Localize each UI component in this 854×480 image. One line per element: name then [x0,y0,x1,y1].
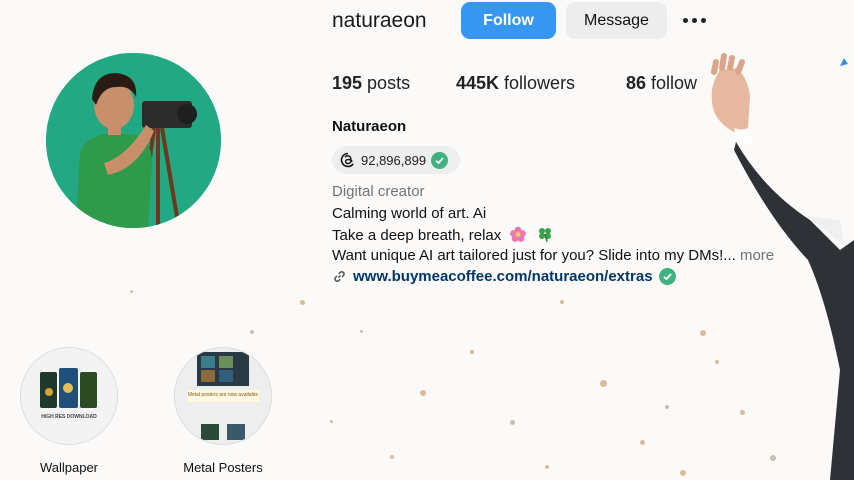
profile-link-text: www.buymeacoffee.com/naturaeon/extras [353,268,653,285]
highlight-wallpaper[interactable]: HIGH RES DOWNLOAD [20,347,118,445]
message-button[interactable]: Message [566,2,667,39]
clover-emoji [538,228,551,242]
posts-label: posts [362,73,411,93]
highlight-wallpaper-cover [21,348,117,444]
followers-value: 445K [456,73,500,93]
bio-line: Calming world of art. Ai [332,205,487,222]
threads-count: 92,896,899 [361,152,427,168]
following-count[interactable]: 86 following [626,73,698,94]
highlight-wallpaper-label: Wallpaper [39,460,99,475]
flower-emoji [510,226,527,242]
profile-category: Digital creator [332,183,425,200]
bio-line-relax: Take a deep breath, relax [332,226,554,244]
followers-label: followers [499,73,576,93]
avatar-image [46,53,221,228]
profile-link[interactable]: www.buymeacoffee.com/naturaeon/extras [332,268,676,285]
highlight-metal-posters-label: Metal Posters [183,460,263,475]
posts-value: 195 [332,73,363,93]
username-heading: naturaeon [332,9,427,32]
profile-full-name: Naturaeon [332,118,407,135]
profile-avatar[interactable] [46,53,221,228]
verified-link-icon [658,268,676,285]
following-value: 86 [626,73,647,93]
waving-man-overlay [711,53,854,480]
highlight-metal-posters[interactable]: Metal posters are now available [174,347,272,445]
bio-line-text-dm: Want unique AI art tailored just for you… [332,247,736,264]
bio-line-text: Take a deep breath, relax [332,227,502,244]
verified-icon [431,151,449,169]
more-options-icon[interactable] [683,8,709,32]
follow-button[interactable]: Follow [461,2,556,39]
highlight-wallpaper-caption: HIGH RES DOWNLOAD [41,414,97,420]
followers-count[interactable]: 445K followers [456,73,575,94]
threads-icon [340,152,354,168]
threads-badge[interactable]: 92,896,899 [332,146,460,174]
posts-count: 195 posts [332,73,410,94]
link-icon [334,271,345,282]
highlight-metal-caption: Metal posters are now available [187,392,259,398]
